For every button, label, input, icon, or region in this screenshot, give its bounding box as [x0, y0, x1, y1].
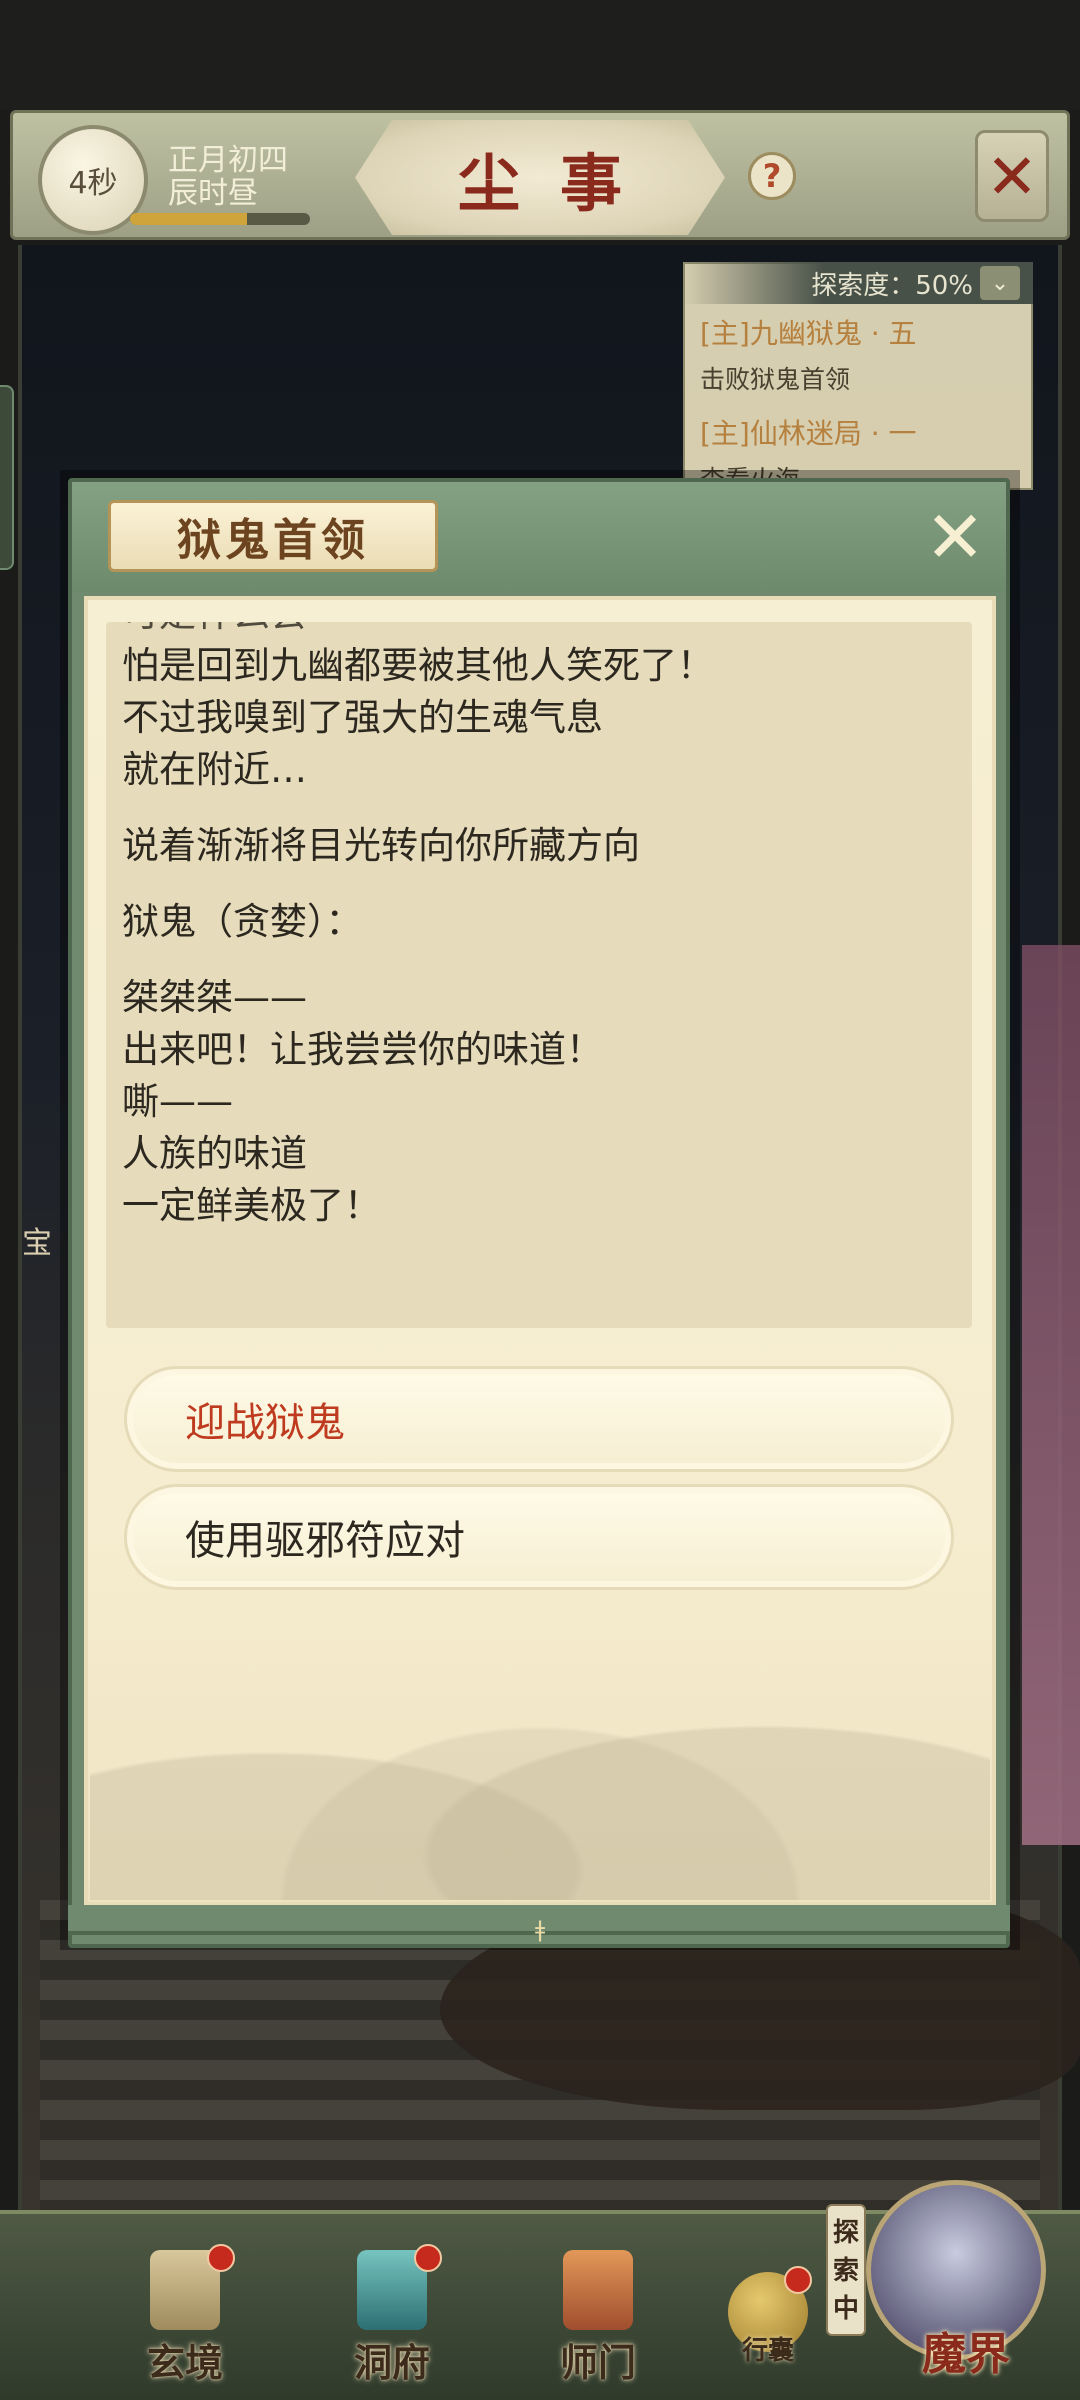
left-edge-tab[interactable] — [0, 385, 14, 570]
bag-label: 行囊 — [741, 2336, 794, 2366]
exploring-tag-char: 探 — [832, 2218, 859, 2248]
nav-dongfu[interactable]: 洞府 — [322, 2240, 462, 2385]
dialogue-text: 可是什么会 怕是回到九幽都要被其他人笑死了！ 不过我嗅到了强大的生魂气息 就在附… — [122, 622, 962, 1232]
mountain-painting — [90, 1600, 990, 1900]
quest-title[interactable]: [主]九幽狱鬼 · 五 — [700, 312, 917, 352]
dialogue-line: 就在附近… — [122, 748, 307, 791]
nav-bag[interactable]: 行囊 — [718, 2266, 818, 2382]
quest-desc: 击败狱鬼首领 — [700, 365, 851, 394]
time-progress-bar — [130, 213, 310, 225]
dialog-title: 狱鬼首领 — [177, 515, 369, 566]
choice-talisman-button[interactable]: 使用驱邪符应对 — [124, 1484, 954, 1590]
time-progress-fill — [130, 213, 247, 225]
dialogue-line: 怕是回到九幽都要被其他人笑死了！ — [122, 644, 714, 687]
dialogue-box[interactable]: 可是什么会 怕是回到九幽都要被其他人笑死了！ 不过我嗅到了强大的生魂气息 就在附… — [106, 622, 972, 1328]
dialog-tab-ornament: ǂ — [534, 1918, 546, 1943]
notification-dot — [784, 2266, 812, 2294]
dialogue-line: 嘶—— — [122, 1080, 233, 1123]
demon-realm-label: 魔界 — [922, 2329, 1010, 2380]
nav-label: 洞府 — [353, 2340, 430, 2385]
notification-dot — [414, 2244, 442, 2272]
top-black-strip — [0, 0, 1080, 110]
narration-line: 说着渐渐将目光转向你所藏方向 — [122, 824, 640, 867]
dialogue-line: 人族的味道 — [122, 1132, 307, 1175]
dialogue-line: 不过我嗅到了强大的生魂气息 — [122, 696, 603, 739]
dialog-close-button[interactable]: ✕ — [918, 495, 992, 579]
choice-fight-button[interactable]: 迎战狱鬼 — [124, 1366, 954, 1472]
nav-label: 玄境 — [146, 2340, 223, 2385]
speaker-line: 狱鬼（贪婪）： — [122, 900, 363, 943]
scene-pink-glow — [1022, 945, 1080, 1845]
dialogue-line: 一定鲜美极了！ — [122, 1184, 381, 1227]
exploring-tag-char: 索 — [832, 2256, 859, 2286]
exploring-tag-char: 中 — [832, 2294, 859, 2324]
notification-dot — [207, 2244, 235, 2272]
chevron-down-icon[interactable]: ⌄ — [980, 266, 1020, 300]
close-icon: ✕ — [924, 495, 986, 579]
help-icon[interactable]: ? — [748, 152, 796, 200]
side-label: 宝 — [22, 1226, 52, 1261]
top-close-button[interactable]: ✕ — [975, 130, 1049, 222]
banner-icon — [563, 2250, 633, 2330]
quest-title[interactable]: [主]仙林迷局 · 一 — [700, 412, 917, 452]
timer-text: 4秒 — [68, 166, 118, 201]
dialogue-line: 可是什么会 — [122, 622, 962, 640]
dialogue-line: 出来吧！让我尝尝你的味道！ — [122, 1028, 603, 1071]
page-title: 尘事 — [457, 146, 662, 220]
nav-xuanjing[interactable]: 玄境 — [115, 2240, 255, 2385]
exploring-tag: 探 索 中 — [826, 2204, 866, 2336]
nav-label: 师门 — [559, 2340, 636, 2385]
time-of-day-text: 辰时昼 — [168, 176, 258, 211]
nav-shimen[interactable]: 师门 — [528, 2240, 668, 2385]
dialogue-line: 桀桀桀—— — [122, 976, 307, 1019]
title-plaque: 尘事 — [355, 120, 725, 235]
close-icon: ✕ — [986, 139, 1038, 213]
dialog-title-plaque: 狱鬼首领 — [108, 500, 438, 572]
